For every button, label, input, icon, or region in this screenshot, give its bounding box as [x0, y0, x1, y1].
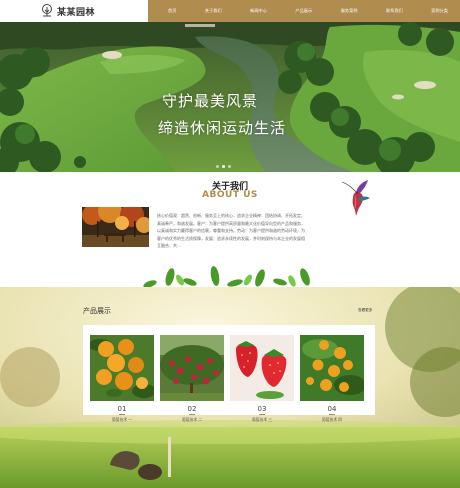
product-num-4: 04 [327, 405, 337, 413]
product-name-2: 葡萄技术 二 [181, 417, 203, 422]
nav-item-case-category[interactable]: 案例分类 [431, 8, 448, 14]
about-section: 关于我们 ABOUT US 核心价值观：超然、创新、服务至上的核心，追求企业精神… [0, 172, 460, 288]
product-divider-1 [119, 414, 125, 415]
about-title-en: ABOUT US [202, 190, 258, 200]
slider-dot-3[interactable] [228, 165, 231, 168]
logo-tree-icon [42, 4, 52, 17]
view-more-link[interactable]: 查看更多 [358, 308, 372, 313]
product-divider-2 [189, 414, 195, 415]
product-image-4 [300, 335, 366, 401]
product-name-3: 葡萄技术 三 [251, 417, 273, 422]
product-num-1: 01 [117, 405, 127, 413]
product-card-4[interactable]: 04 葡萄技术 四 [300, 335, 366, 422]
product-card-2[interactable]: 02 葡萄技术 二 [160, 335, 224, 422]
products-title: 产品展示 [83, 307, 111, 315]
product-image-3 [230, 335, 294, 401]
product-num-3: 03 [257, 405, 267, 413]
product-num-2: 02 [187, 405, 197, 413]
nav-item-contact[interactable]: 联系我们 [386, 8, 403, 14]
product-divider-3 [259, 414, 265, 415]
nav-item-home[interactable]: 首页 [168, 8, 176, 14]
product-image-1 [88, 335, 156, 401]
nav-item-cases[interactable]: 服务案例 [341, 8, 358, 14]
about-description: 核心价值观：超然、创新、服务至上的核心，追求企业精神：团结协调、开拓发定、真诚奉… [157, 213, 305, 248]
product-name-1: 葡萄技术 一 [111, 417, 133, 422]
hero-subtitle: 缔造休闲运动生活 [158, 119, 287, 137]
slider-dots [216, 165, 231, 168]
product-divider-4 [329, 414, 335, 415]
slider-dot-2[interactable] [222, 165, 225, 168]
hero-banner: 守护最美风景 缔造休闲运动生活 [0, 22, 460, 172]
slider-dot-1[interactable] [216, 165, 219, 168]
nav-item-news[interactable]: 新闻中心 [250, 8, 267, 14]
logo[interactable]: 某某园林 [0, 0, 148, 22]
product-card-1[interactable]: 01 葡萄技术 一 [88, 335, 156, 422]
logo-text: 某某园林 [57, 7, 96, 18]
products-section: 产品展示 查看更多 01 葡萄技术 一 02 葡萄技术 二 03 葡萄技术 三 … [0, 287, 460, 488]
nav-item-about[interactable]: 关于我们 [205, 8, 222, 14]
product-name-4: 葡萄技术 四 [321, 417, 343, 422]
leaves-decoration [143, 266, 310, 288]
bird-illustration [341, 180, 370, 216]
site-header: 某某园林 首页 关于我们 新闻中心 产品展示 服务案例 联系我们 案例分类 [0, 0, 460, 22]
product-image-2 [160, 335, 224, 401]
nav-item-products[interactable]: 产品展示 [295, 8, 312, 14]
hero-title: 守护最美风景 [162, 92, 259, 110]
page: 某某园林 首页 关于我们 新闻中心 产品展示 服务案例 联系我们 案例分类 守护… [0, 0, 460, 488]
about-autumn-image [82, 207, 149, 247]
main-nav: 首页 关于我们 新闻中心 产品展示 服务案例 联系我们 案例分类 [148, 0, 460, 22]
product-card-3[interactable]: 03 葡萄技术 三 [230, 335, 294, 422]
